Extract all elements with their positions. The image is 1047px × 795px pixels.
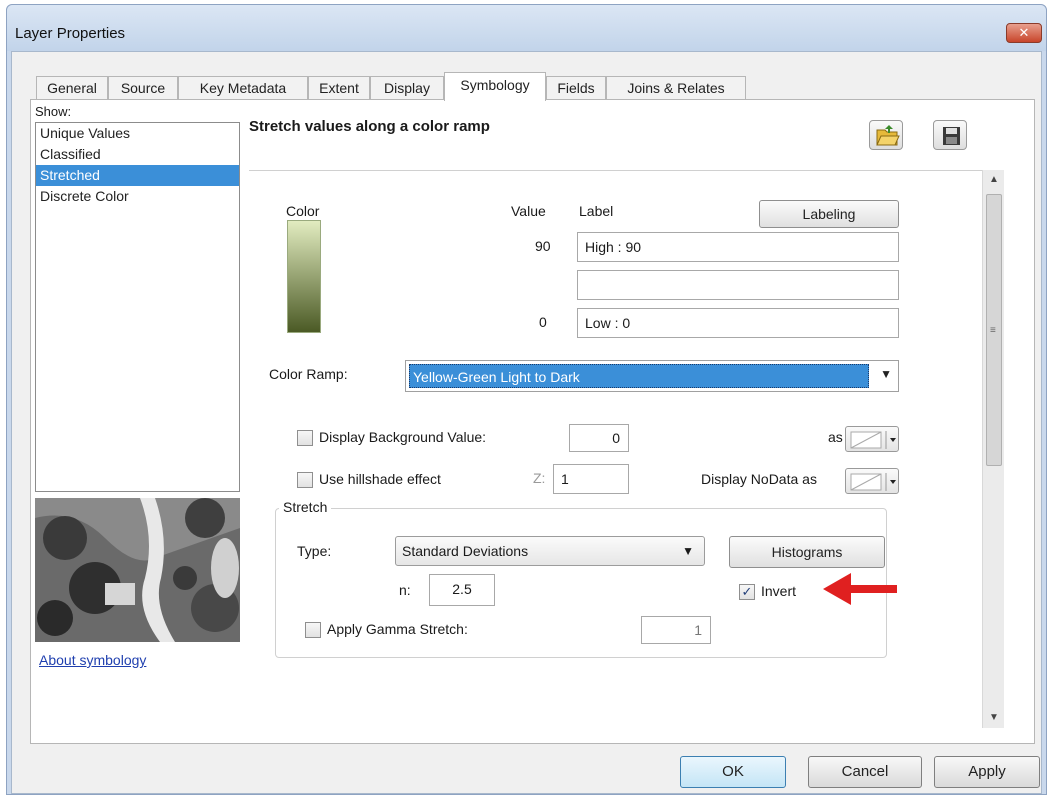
display-background-checkbox[interactable] (297, 430, 313, 446)
no-color-swatch-icon (850, 431, 896, 449)
gamma-stretch-label: Apply Gamma Stretch: (327, 621, 468, 637)
background-value-field[interactable]: 0 (569, 424, 629, 452)
vertical-scrollbar[interactable]: ▲ ≡ ▼ (982, 170, 1004, 728)
about-symbology-link[interactable]: About symbology (39, 652, 146, 668)
save-icon (943, 127, 960, 145)
tab-display[interactable]: Display (370, 76, 444, 100)
tab-fields[interactable]: Fields (546, 76, 606, 100)
scroll-thumb[interactable]: ≡ (986, 194, 1002, 466)
tab-extent[interactable]: Extent (308, 76, 370, 100)
aerial-photo-thumbnail (35, 498, 240, 642)
z-label: Z: (533, 470, 546, 486)
labeling-button[interactable]: Labeling (759, 200, 899, 228)
close-button[interactable]: ✕ (1006, 23, 1042, 43)
stretch-type-label: Type: (297, 543, 332, 559)
dialog-client: General Source Key Metadata Extent Displ… (11, 51, 1042, 794)
save-layer-file-button[interactable] (933, 120, 967, 150)
z-factor-field[interactable]: 1 (553, 464, 629, 494)
grip-icon: ≡ (990, 325, 996, 336)
middle-label-field[interactable] (577, 270, 899, 300)
stretch-heading: Stretch values along a color ramp (249, 118, 490, 135)
high-label-field[interactable]: High : 90 (577, 232, 899, 262)
color-column-label: Color (286, 203, 320, 219)
as-label: as (828, 429, 843, 445)
nodata-color-picker[interactable] (845, 468, 899, 494)
symbology-panel: Show: Unique Values Classified Stretched… (30, 99, 1035, 744)
gamma-value-field[interactable]: 1 (641, 616, 711, 644)
tab-joins-relates[interactable]: Joins & Relates (606, 76, 746, 100)
open-folder-icon (876, 125, 900, 146)
list-item-classified[interactable]: Classified (36, 144, 239, 165)
background-color-picker[interactable] (845, 426, 899, 452)
low-label-field[interactable]: Low : 0 (577, 308, 899, 338)
ok-button[interactable]: OK (680, 756, 786, 788)
color-ramp-label: Color Ramp: (269, 366, 348, 382)
color-ramp-dropdown[interactable]: Yellow-Green Light to Dark ▼ (405, 360, 899, 392)
show-label: Show: (35, 104, 72, 119)
list-item-stretched[interactable]: Stretched (36, 165, 239, 186)
red-arrow-annotation-icon (823, 573, 897, 605)
chevron-down-icon: ▼ (880, 367, 892, 381)
chevron-down-icon: ▼ (682, 544, 694, 558)
color-ramp-swatch (287, 220, 321, 333)
label-column-label: Label (579, 203, 614, 219)
renderer-list: Unique Values Classified Stretched Discr… (35, 122, 240, 492)
gamma-stretch-checkbox[interactable] (305, 622, 321, 638)
no-color-swatch-icon (850, 473, 896, 491)
title-bar: Layer Properties ✕ (7, 5, 1046, 51)
tab-key-metadata[interactable]: Key Metadata (178, 76, 308, 100)
window-title: Layer Properties (15, 25, 126, 42)
nodata-label: Display NoData as (701, 471, 817, 487)
open-layer-file-button[interactable] (869, 120, 903, 150)
color-ramp-selected: Yellow-Green Light to Dark (409, 364, 869, 388)
n-label: n: (399, 582, 411, 598)
stretch-group-label: Stretch (279, 499, 332, 515)
invert-checkbox[interactable]: ✓ (739, 584, 755, 600)
layer-properties-dialog: Layer Properties ✕ General Source Key Me… (6, 4, 1047, 795)
display-background-label: Display Background Value: (319, 429, 487, 445)
apply-button[interactable]: Apply (934, 756, 1040, 788)
tab-general[interactable]: General (36, 76, 108, 100)
n-value-field[interactable]: 2.5 (429, 574, 495, 606)
tab-source[interactable]: Source (108, 76, 178, 100)
raster-preview-image (35, 498, 240, 642)
scroll-up-icon[interactable]: ▲ (983, 170, 1004, 190)
cancel-button[interactable]: Cancel (808, 756, 922, 788)
list-item-unique-values[interactable]: Unique Values (36, 123, 239, 144)
stretch-type-dropdown[interactable]: Standard Deviations ▼ (395, 536, 705, 566)
low-value: 0 (539, 314, 547, 330)
symbology-scroll-area: Color Value Label Labeling 90 High : 90 … (249, 170, 1004, 728)
scroll-down-icon[interactable]: ▼ (983, 708, 1004, 728)
histograms-button[interactable]: Histograms (729, 536, 885, 568)
value-column-label: Value (511, 203, 546, 219)
hillshade-checkbox[interactable] (297, 472, 313, 488)
high-value: 90 (535, 238, 551, 254)
list-item-discrete-color[interactable]: Discrete Color (36, 186, 239, 207)
hillshade-label: Use hillshade effect (319, 471, 441, 487)
tab-symbology[interactable]: Symbology (444, 72, 546, 101)
invert-label: Invert (761, 583, 797, 599)
stretch-type-value: Standard Deviations (402, 543, 529, 559)
